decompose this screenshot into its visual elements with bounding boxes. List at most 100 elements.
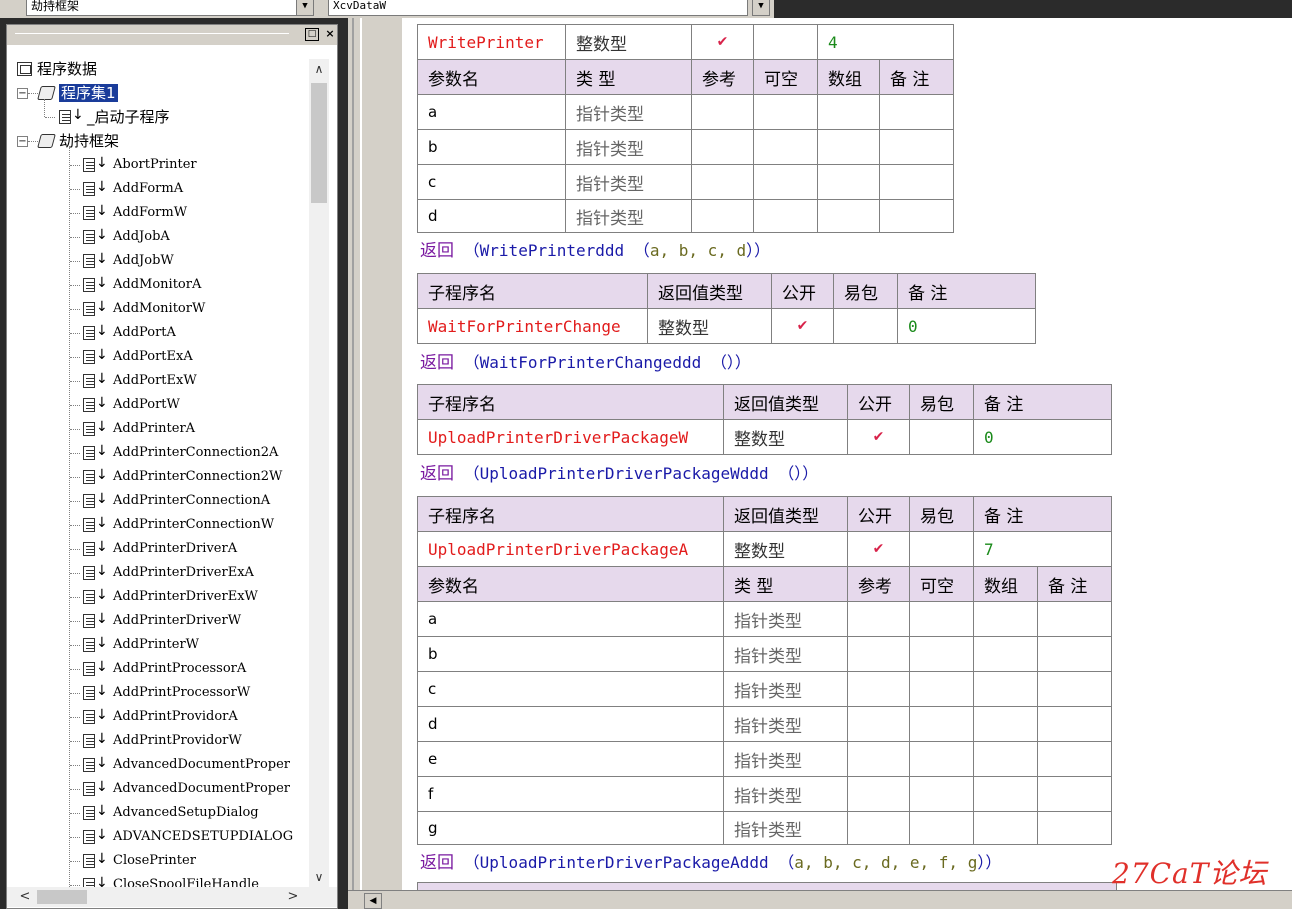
tree-item-subroutine[interactable]: ↓ AddPrinterDriverA: [7, 537, 307, 561]
param-note[interactable]: [1037, 601, 1112, 637]
tree-item-subroutine[interactable]: ↓ AddPrinterA: [7, 417, 307, 441]
param-note[interactable]: [1037, 776, 1112, 812]
param-array[interactable]: [973, 671, 1038, 707]
tree-item-module[interactable]: − 劫持框架: [7, 129, 307, 153]
tree-item-subroutine[interactable]: ↓ AddPortExW: [7, 369, 307, 393]
param-nullable[interactable]: [909, 706, 974, 742]
tree-item-subroutine[interactable]: ↓ AddPrinterDriverExW: [7, 585, 307, 609]
tree-item-subroutine[interactable]: ↓ AddFormW: [7, 201, 307, 225]
param-array[interactable]: [973, 601, 1038, 637]
param-name[interactable]: b: [417, 129, 566, 165]
param-name[interactable]: a: [417, 601, 724, 637]
param-type[interactable]: 指针类型: [723, 811, 848, 845]
subroutine-name[interactable]: UploadPrinterDriverPackageW: [417, 419, 724, 455]
tree-item-subroutine[interactable]: ↓ AddPortW: [7, 393, 307, 417]
tree-root[interactable]: 程序数据: [7, 57, 307, 81]
tree-item-subroutine[interactable]: ↓ AddMonitorA: [7, 273, 307, 297]
note-cell[interactable]: 7: [973, 531, 1112, 567]
tree-item-subroutine[interactable]: ↓ AddJobA: [7, 225, 307, 249]
param-name[interactable]: c: [417, 164, 566, 200]
param-type[interactable]: 指针类型: [565, 164, 692, 200]
param-ref[interactable]: [847, 601, 910, 637]
return-type[interactable]: 整数型: [565, 24, 692, 60]
tree-horizontal-scrollbar[interactable]: < >: [7, 887, 337, 907]
tree-item-subroutine[interactable]: ↓ ClosePrinter: [7, 849, 307, 873]
tree-item-subroutine[interactable]: ↓ AddPrintProvidorW: [7, 729, 307, 753]
param-array[interactable]: [973, 706, 1038, 742]
tree-item-subroutine[interactable]: ↓ AdvancedSetupDialog: [7, 801, 307, 825]
collapse-icon[interactable]: −: [17, 88, 28, 99]
param-name[interactable]: c: [417, 671, 724, 707]
return-statement[interactable]: 返回 （WritePrinterddd （a, b, c, d））: [420, 236, 770, 261]
subroutine-name[interactable]: WritePrinter: [417, 24, 566, 60]
param-nullable[interactable]: [909, 776, 974, 812]
param-type[interactable]: 指针类型: [723, 636, 848, 672]
public-check-icon[interactable]: ✔: [771, 308, 834, 344]
param-note[interactable]: [879, 129, 954, 165]
tree-item-subroutine[interactable]: ↓ CloseSpoolFileHandle: [7, 873, 307, 887]
tree-vertical-scrollbar[interactable]: ∧ ∨: [309, 59, 329, 887]
param-name[interactable]: a: [417, 94, 566, 130]
easy-pack-cell[interactable]: [909, 531, 974, 567]
param-note[interactable]: [879, 164, 954, 200]
param-type[interactable]: 指针类型: [565, 94, 692, 130]
subroutine-combo[interactable]: XcvDataW: [328, 0, 748, 16]
param-array[interactable]: [817, 129, 880, 165]
param-type[interactable]: 指针类型: [723, 741, 848, 777]
param-array[interactable]: [817, 199, 880, 233]
param-ref[interactable]: [847, 776, 910, 812]
param-note[interactable]: [879, 94, 954, 130]
return-statement[interactable]: 返回 （UploadPrinterDriverPackageWddd （））: [420, 459, 818, 484]
param-name[interactable]: b: [417, 636, 724, 672]
tree-item-subroutine[interactable]: ↓ AddJobW: [7, 249, 307, 273]
scroll-thumb[interactable]: [311, 83, 327, 203]
param-note[interactable]: [1037, 741, 1112, 777]
param-ref[interactable]: [847, 706, 910, 742]
easy-pack-cell[interactable]: [753, 24, 818, 60]
tree-item-subroutine[interactable]: ↓ AddFormA: [7, 177, 307, 201]
tree-item-subroutine[interactable]: ↓ AddPortExA: [7, 345, 307, 369]
tree-item-subroutine[interactable]: ↓ AddPrinterConnection2W: [7, 465, 307, 489]
scroll-up-icon[interactable]: ∧: [309, 59, 329, 79]
editor-horizontal-scrollbar[interactable]: ◀: [348, 890, 1292, 909]
tree-item-subroutine[interactable]: ↓ AddPrintProcessorA: [7, 657, 307, 681]
param-note[interactable]: [879, 199, 954, 233]
return-type[interactable]: 整数型: [723, 531, 848, 567]
param-type[interactable]: 指针类型: [723, 706, 848, 742]
param-type[interactable]: 指针类型: [723, 776, 848, 812]
scroll-down-icon[interactable]: ∨: [309, 867, 329, 887]
return-statement[interactable]: 返回 （WaitForPrinterChangeddd （））: [420, 348, 751, 373]
param-ref[interactable]: [691, 164, 754, 200]
tree-item-subroutine[interactable]: ↓ AddPrinterConnectionW: [7, 513, 307, 537]
param-type[interactable]: 指针类型: [723, 601, 848, 637]
scroll-right-icon[interactable]: >: [283, 887, 303, 907]
tree-item-subroutine[interactable]: ↓ AddMonitorW: [7, 297, 307, 321]
tree-item-startup[interactable]: ↓ _启动子程序: [7, 99, 307, 129]
param-nullable[interactable]: [753, 94, 818, 130]
param-nullable[interactable]: [753, 129, 818, 165]
param-nullable[interactable]: [909, 741, 974, 777]
tree-item-subroutine[interactable]: ↓ AdvancedDocumentProper: [7, 777, 307, 801]
param-nullable[interactable]: [753, 164, 818, 200]
param-nullable[interactable]: [909, 811, 974, 845]
param-note[interactable]: [1037, 706, 1112, 742]
param-nullable[interactable]: [909, 601, 974, 637]
scroll-left-icon[interactable]: ◀: [364, 893, 382, 909]
tree-item-subroutine[interactable]: ↓ ADVANCEDSETUPDIALOG: [7, 825, 307, 849]
note-cell[interactable]: 0: [897, 308, 1036, 344]
param-nullable[interactable]: [753, 199, 818, 233]
public-check-icon[interactable]: ✔: [847, 419, 910, 455]
panel-grip[interactable]: [15, 33, 289, 34]
return-type[interactable]: 整数型: [647, 308, 772, 344]
param-name[interactable]: d: [417, 706, 724, 742]
tree-item-subroutine[interactable]: ↓ AddPrintProcessorW: [7, 681, 307, 705]
subroutine-name[interactable]: UploadPrinterDriverPackageA: [417, 531, 724, 567]
tree-item-subroutine[interactable]: ↓ AddPrinterConnectionA: [7, 489, 307, 513]
close-icon[interactable]: ×: [323, 28, 337, 41]
tree-item-subroutine[interactable]: ↓ AdvancedDocumentProper: [7, 753, 307, 777]
note-cell[interactable]: 4: [817, 24, 954, 60]
param-note[interactable]: [1037, 636, 1112, 672]
tree-item-subroutine[interactable]: ↓ AddPrinterConnection2A: [7, 441, 307, 465]
scroll-thumb[interactable]: [37, 890, 87, 904]
tree-item-subroutine[interactable]: ↓ AddPortA: [7, 321, 307, 345]
